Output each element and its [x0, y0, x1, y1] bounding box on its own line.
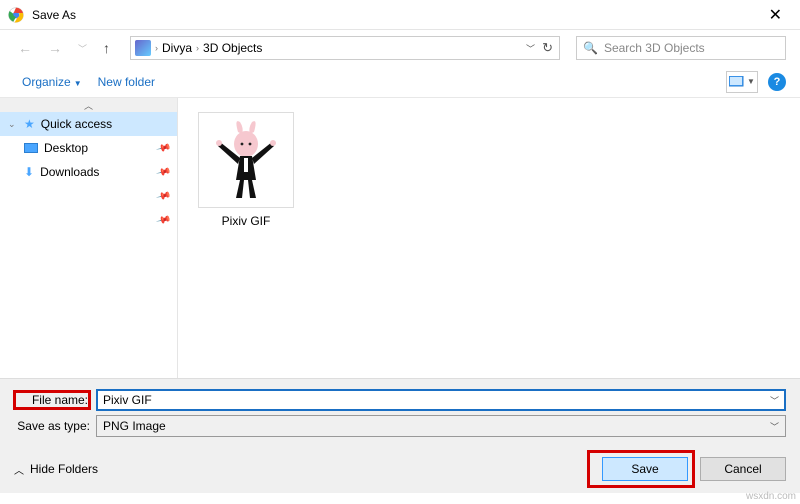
title-bar: Save As ✕ — [0, 0, 800, 30]
search-input[interactable]: 🔍 Search 3D Objects — [576, 36, 786, 60]
sidebar-item-label: Desktop — [44, 141, 88, 155]
sidebar-item-label: Quick access — [41, 117, 112, 131]
breadcrumb-seg[interactable]: 3D Objects — [203, 41, 262, 55]
save-fields: File name: Pixiv GIF ﹀ Save as type: PNG… — [0, 378, 800, 445]
address-bar[interactable]: › Divya › 3D Objects ﹀ ↻ — [130, 36, 560, 60]
chevron-right-icon[interactable]: › — [196, 43, 199, 53]
sidebar-item-downloads[interactable]: ⬇ Downloads 📌 — [0, 160, 177, 184]
chevron-down-icon[interactable]: ﹀ — [770, 394, 779, 407]
file-name-label: File name: — [14, 391, 90, 409]
recent-dropdown[interactable]: ﹀ — [74, 40, 91, 57]
nav-bar: ← → ﹀ ↑ › Divya › 3D Objects ﹀ ↻ 🔍 Searc… — [0, 30, 800, 66]
file-type-value: PNG Image — [103, 419, 166, 433]
hide-folders-toggle[interactable]: ︿ Hide Folders — [14, 462, 98, 477]
chrome-icon — [8, 7, 24, 23]
file-thumbnail — [198, 112, 294, 208]
search-icon: 🔍 — [583, 41, 598, 55]
nav-pane: ︿ ⌄ ★ Quick access Desktop 📌 ⬇ Downloads… — [0, 98, 178, 378]
scroll-up-button[interactable]: ︿ — [0, 98, 177, 112]
desktop-icon — [24, 143, 38, 153]
close-button[interactable]: ✕ — [759, 3, 792, 27]
pin-icon: 📌 — [155, 212, 171, 228]
forward-button: → — [44, 38, 66, 58]
file-type-select[interactable]: PNG Image ﹀ — [96, 415, 786, 437]
file-label: Pixiv GIF — [198, 208, 294, 228]
help-button[interactable]: ? — [768, 73, 786, 91]
pin-icon: 📌 — [155, 140, 171, 156]
address-dropdown[interactable]: ﹀ — [526, 42, 535, 55]
search-placeholder: Search 3D Objects — [604, 41, 705, 55]
file-name-value: Pixiv GIF — [103, 393, 152, 407]
folder-3d-icon — [135, 40, 151, 56]
downloads-icon: ⬇ — [24, 165, 34, 179]
file-type-label: Save as type: — [14, 419, 90, 433]
watermark: wsxdn.com — [746, 491, 796, 502]
action-bar: ︿ Hide Folders Save Cancel — [0, 445, 800, 493]
up-button[interactable]: ↑ — [99, 38, 114, 58]
save-button[interactable]: Save — [602, 457, 688, 481]
explorer-body: ︿ ⌄ ★ Quick access Desktop 📌 ⬇ Downloads… — [0, 98, 800, 378]
bunny-figure-icon — [206, 120, 286, 200]
command-bar: Organize▼ New folder ▼ ? — [0, 66, 800, 98]
star-icon: ★ — [24, 117, 35, 131]
new-folder-button[interactable]: New folder — [90, 71, 163, 93]
cancel-button[interactable]: Cancel — [700, 457, 786, 481]
file-item[interactable]: Pixiv GIF — [198, 112, 294, 228]
window-title: Save As — [32, 8, 759, 22]
sidebar-item-label: Downloads — [40, 165, 99, 179]
sidebar-item-desktop[interactable]: Desktop 📌 — [0, 136, 177, 160]
file-name-input[interactable]: Pixiv GIF ﹀ — [96, 389, 786, 411]
view-options-button[interactable]: ▼ — [726, 71, 758, 93]
hide-folders-label: Hide Folders — [30, 462, 98, 476]
chevron-up-icon: ︿ — [14, 462, 24, 477]
sidebar-item-blank[interactable]: 📌 — [0, 184, 177, 208]
breadcrumb-seg[interactable]: Divya — [162, 41, 192, 55]
sidebar-item-blank[interactable]: 📌 — [0, 208, 177, 232]
sidebar-item-quick-access[interactable]: ⌄ ★ Quick access — [0, 112, 177, 136]
expand-icon[interactable]: ⌄ — [8, 119, 18, 130]
refresh-button[interactable]: ↻ — [542, 40, 553, 56]
pin-icon: 📌 — [155, 164, 171, 180]
organize-menu[interactable]: Organize▼ — [14, 71, 90, 93]
chevron-down-icon[interactable]: ﹀ — [770, 420, 779, 433]
back-button[interactable]: ← — [14, 38, 36, 58]
picture-icon — [729, 76, 745, 88]
save-highlight: Save — [590, 453, 692, 485]
file-view[interactable]: Pixiv GIF — [178, 98, 800, 378]
chevron-right-icon[interactable]: › — [155, 43, 158, 53]
pin-icon: 📌 — [155, 188, 171, 204]
